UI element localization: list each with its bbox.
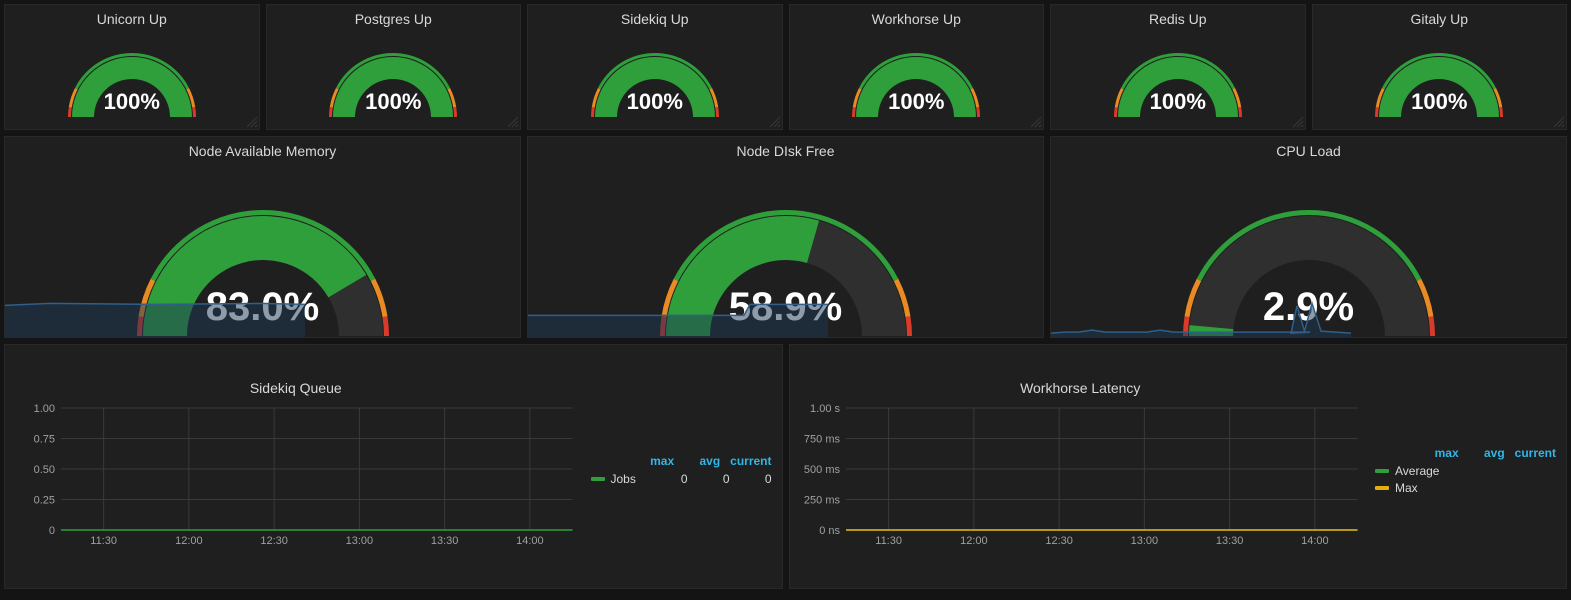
- row-line-charts: Sidekiq Queue 0 0.25 0.50 0.75 1.00 11:30 12:0…: [4, 344, 1567, 589]
- gauge-value: 2.9%: [1139, 285, 1479, 330]
- legend-swatch: [1375, 486, 1389, 490]
- svg-text:12:30: 12:30: [1045, 535, 1073, 547]
- gauge-value: 100%: [308, 89, 478, 115]
- resize-handle-icon[interactable]: [1552, 115, 1566, 129]
- resize-handle-icon[interactable]: [245, 115, 259, 129]
- gauge-value: 100%: [1093, 89, 1263, 115]
- legend: max avg current Jobs 0 0 0: [587, 444, 782, 489]
- panel-redis-up[interactable]: Redis Up 100%: [1050, 4, 1306, 130]
- panel-title: CPU Load: [1051, 137, 1566, 161]
- legend-series-name: Jobs: [611, 472, 646, 486]
- legend-col-avg[interactable]: avg: [684, 454, 720, 468]
- svg-text:13:00: 13:00: [346, 535, 374, 547]
- panel-workhorse-up[interactable]: Workhorse Up 100%: [789, 4, 1045, 130]
- panel-title: Workhorse Latency: [790, 374, 1372, 398]
- legend-val-current: 0: [736, 472, 772, 486]
- panel-title: Postgres Up: [267, 5, 521, 29]
- row-status-gauges: Unicorn Up 100% Postgres Up 100% Sidekiq…: [4, 4, 1567, 130]
- svg-text:12:00: 12:00: [175, 535, 203, 547]
- panel-title: Unicorn Up: [5, 5, 259, 29]
- svg-text:13:30: 13:30: [431, 535, 459, 547]
- panel-title: Node DIsk Free: [528, 137, 1043, 161]
- legend-header: max avg current: [591, 454, 772, 468]
- gauge-value: 100%: [1354, 89, 1524, 115]
- svg-text:1.00: 1.00: [34, 403, 55, 415]
- plot-area: 0 0.25 0.50 0.75 1.00 11:30 12:00 12:30 13:00 13:…: [13, 402, 579, 555]
- svg-text:0.50: 0.50: [34, 464, 55, 476]
- legend-val-max: 0: [652, 472, 688, 486]
- svg-text:12:30: 12:30: [260, 535, 288, 547]
- legend-col-max[interactable]: max: [638, 454, 674, 468]
- legend-series-name: Average: [1395, 464, 1556, 478]
- resize-handle-icon[interactable]: [1291, 115, 1305, 129]
- panel-title: Sidekiq Queue: [5, 374, 587, 398]
- panel-node-memory[interactable]: Node Available Memory 83.0%: [4, 136, 521, 338]
- gauge-value: 100%: [831, 89, 1001, 115]
- panel-postgres-up[interactable]: Postgres Up 100%: [266, 4, 522, 130]
- svg-text:13:00: 13:00: [1130, 535, 1158, 547]
- gauge: 100%: [308, 31, 478, 121]
- panel-cpu-load[interactable]: CPU Load 2.9%: [1050, 136, 1567, 338]
- panel-node-disk[interactable]: Node DIsk Free 58.9%: [527, 136, 1044, 338]
- gauge-value: 58.9%: [616, 285, 956, 330]
- legend-row[interactable]: Max: [1375, 481, 1556, 495]
- legend-val-avg: 0: [694, 472, 730, 486]
- legend-row[interactable]: Average: [1375, 464, 1556, 478]
- svg-text:1.00 s: 1.00 s: [810, 403, 840, 415]
- resize-handle-icon[interactable]: [1029, 115, 1043, 129]
- svg-text:0.75: 0.75: [34, 434, 55, 446]
- gauge: 100%: [831, 31, 1001, 121]
- svg-text:14:00: 14:00: [1301, 535, 1329, 547]
- svg-text:500 ms: 500 ms: [803, 464, 840, 476]
- panel-sidekiq-queue[interactable]: Sidekiq Queue 0 0.25 0.50 0.75 1.00 11:30 12:0…: [4, 344, 783, 589]
- panel-title: Gitaly Up: [1313, 5, 1567, 29]
- svg-text:14:00: 14:00: [516, 535, 544, 547]
- legend-swatch: [591, 477, 605, 481]
- gauge: 100%: [1354, 31, 1524, 121]
- svg-text:11:30: 11:30: [875, 535, 902, 547]
- gauge: 100%: [47, 31, 217, 121]
- panel-sidekiq-up[interactable]: Sidekiq Up 100%: [527, 4, 783, 130]
- svg-text:750 ms: 750 ms: [803, 434, 840, 446]
- legend: max avg current Average Max: [1371, 436, 1566, 498]
- legend-col-avg[interactable]: avg: [1469, 446, 1505, 460]
- panel-title: Sidekiq Up: [528, 5, 782, 29]
- resize-handle-icon[interactable]: [506, 115, 520, 129]
- row-resource-gauges: Node Available Memory 83.0% Node DIsk Fr…: [4, 136, 1567, 338]
- svg-text:250 ms: 250 ms: [803, 495, 840, 507]
- panel-title: Node Available Memory: [5, 137, 520, 161]
- svg-text:0 ns: 0 ns: [819, 525, 840, 537]
- gauge-value: 100%: [570, 89, 740, 115]
- svg-text:13:30: 13:30: [1215, 535, 1243, 547]
- gauge-value: 100%: [47, 89, 217, 115]
- legend-col-current[interactable]: current: [1515, 446, 1556, 460]
- svg-text:12:00: 12:00: [960, 535, 988, 547]
- panel-unicorn-up[interactable]: Unicorn Up 100%: [4, 4, 260, 130]
- gauge: 100%: [570, 31, 740, 121]
- svg-text:11:30: 11:30: [90, 535, 117, 547]
- panel-title: Redis Up: [1051, 5, 1305, 29]
- gauge-value: 83.0%: [93, 285, 433, 330]
- panel-workhorse-latency[interactable]: Workhorse Latency 0 ns 250 ms 500 ms 750 ms…: [789, 344, 1568, 589]
- legend-header: max avg current: [1375, 446, 1556, 460]
- legend-series-name: Max: [1395, 481, 1556, 495]
- plot-area: 0 ns 250 ms 500 ms 750 ms 1.00 s 11:30 12:00 12…: [798, 402, 1364, 555]
- gauge: 58.9%: [616, 165, 956, 338]
- legend-swatch: [1375, 469, 1389, 473]
- gauge: 100%: [1093, 31, 1263, 121]
- gauge: 2.9%: [1139, 165, 1479, 338]
- gauge: 83.0%: [93, 165, 433, 338]
- legend-row[interactable]: Jobs 0 0 0: [591, 472, 772, 486]
- svg-text:0: 0: [49, 525, 55, 537]
- svg-text:0.25: 0.25: [34, 495, 55, 507]
- panel-gitaly-up[interactable]: Gitaly Up 100%: [1312, 4, 1568, 130]
- dashboard: Unicorn Up 100% Postgres Up 100% Sidekiq…: [0, 0, 1571, 599]
- legend-col-current[interactable]: current: [730, 454, 771, 468]
- legend-col-max[interactable]: max: [1423, 446, 1459, 460]
- panel-title: Workhorse Up: [790, 5, 1044, 29]
- resize-handle-icon[interactable]: [768, 115, 782, 129]
